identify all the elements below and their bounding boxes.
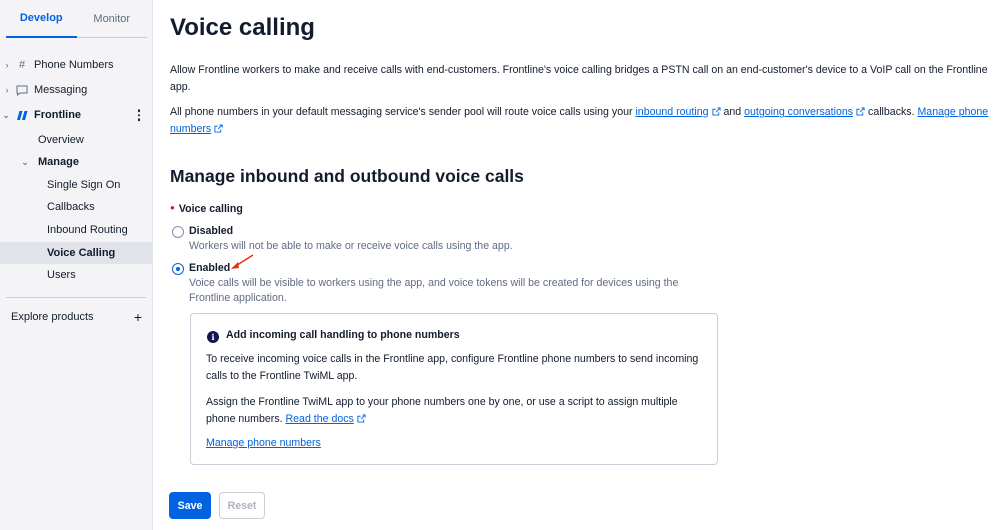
sidebar-item-users[interactable]: Users [0, 266, 152, 284]
intro-text: Allow Frontline workers to make and rece… [170, 64, 988, 93]
sidebar-item-inbound-routing[interactable]: Inbound Routing [0, 221, 152, 239]
hash-icon: # [18, 59, 26, 71]
chevron-down-icon: ⌄ [21, 156, 29, 167]
sidebar-item-voice-calling[interactable]: Voice Calling [0, 242, 152, 264]
sidebar-item-label: Users [47, 269, 76, 281]
link-label: inbound routing [635, 106, 709, 118]
frontline-logo-icon [16, 109, 28, 121]
tab-monitor[interactable]: Monitor [77, 0, 148, 37]
info-callout: i Add incoming call handling to phone nu… [190, 313, 718, 465]
external-link-icon [856, 107, 865, 116]
info-manage-phone-numbers-link[interactable]: Manage phone numbers [206, 435, 321, 452]
sidebar-item-phone-numbers[interactable]: › # Phone Numbers [0, 56, 152, 74]
chat-icon [16, 84, 28, 96]
required-icon: ● [170, 203, 175, 212]
radio-disabled-help: Workers will not be able to make or rece… [189, 240, 513, 252]
link-label: Read the docs [285, 413, 354, 425]
info-paragraph-2: Assign the Frontline TwiML app to your p… [206, 394, 706, 428]
app-window: Develop Monitor › # Phone Numbers › Mess… [0, 0, 1000, 530]
main-content: Voice calling Allow Frontline workers to… [153, 0, 1000, 530]
sidebar-item-label: Messaging [34, 84, 88, 96]
radio-enabled[interactable] [172, 263, 184, 275]
tab-develop[interactable]: Develop [6, 0, 77, 38]
radio-enabled-help: Voice calls will be visible to workers u… [189, 277, 679, 304]
sidebar-item-single-sign-on[interactable]: Single Sign On [0, 176, 152, 194]
sidebar-item-label: Frontline [34, 109, 82, 121]
sidebar-divider [6, 297, 146, 298]
info-icon: i [207, 331, 219, 343]
radio-enabled-label[interactable]: Enabled [189, 262, 230, 274]
info-paragraph-1: To receive incoming voice calls in the F… [206, 353, 699, 382]
routing-text: All phone numbers in your default messag… [170, 104, 1000, 137]
section-title: Manage inbound and outbound voice calls [170, 166, 524, 186]
annotation-arrow-icon [231, 254, 254, 269]
routing-prefix: All phone numbers in your default messag… [170, 106, 633, 118]
explore-products-row[interactable]: Explore products + [0, 308, 152, 326]
chevron-down-icon: ⌄ [2, 109, 10, 120]
radio-disabled-label[interactable]: Disabled [189, 225, 233, 237]
save-button[interactable]: Save [169, 492, 211, 519]
sidebar-item-label: Callbacks [47, 201, 95, 213]
external-link-icon [357, 414, 366, 423]
and-text: and [723, 106, 742, 118]
sidebar-item-label: Manage [38, 156, 79, 168]
callbacks-text: callbacks. [868, 106, 915, 118]
sidebar-item-label: Inbound Routing [47, 224, 128, 236]
inbound-routing-link[interactable]: inbound routing [635, 106, 721, 118]
info-title: Add incoming call handling to phone numb… [226, 329, 460, 341]
sidebar-item-manage[interactable]: ⌄ Manage [0, 153, 152, 171]
sidebar-item-frontline[interactable]: ⌄ Frontline [0, 106, 152, 124]
sidebar: Develop Monitor › # Phone Numbers › Mess… [0, 0, 153, 530]
more-options-icon[interactable] [137, 109, 140, 121]
sidebar-item-label: Overview [38, 134, 84, 146]
explore-products-label: Explore products [11, 311, 94, 323]
sidebar-item-callbacks[interactable]: Callbacks [0, 198, 152, 216]
reset-button[interactable]: Reset [219, 492, 265, 519]
read-the-docs-link[interactable]: Read the docs [286, 413, 366, 425]
field-label-text: Voice calling [178, 203, 243, 215]
external-link-icon [214, 123, 223, 133]
plus-icon[interactable]: + [134, 310, 142, 324]
sidebar-item-messaging[interactable]: › Messaging [0, 81, 152, 99]
info-paragraph-2-text: Assign the Frontline TwiML app to your p… [206, 396, 678, 425]
external-link-icon [711, 107, 721, 116]
chevron-right-icon: › [5, 85, 9, 95]
sidebar-tabs: Develop Monitor [6, 0, 147, 38]
link-label: outgoing conversations [744, 106, 854, 118]
sidebar-item-overview[interactable]: Overview [0, 131, 152, 149]
radio-disabled[interactable] [172, 226, 184, 238]
sidebar-item-label: Phone Numbers [34, 59, 114, 71]
sidebar-item-label: Voice Calling [47, 247, 116, 259]
voice-calling-field-label: ● Voice calling [170, 203, 243, 215]
sidebar-item-label: Single Sign On [47, 179, 121, 191]
page-title: Voice calling [170, 14, 315, 41]
chevron-right-icon: › [5, 60, 9, 70]
outgoing-conversations-link[interactable]: outgoing conversations [744, 106, 865, 118]
